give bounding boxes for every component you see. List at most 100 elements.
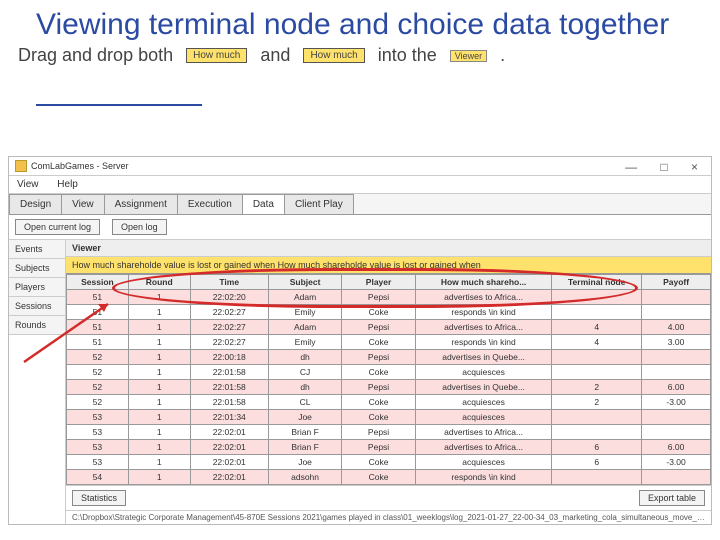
open-current-log-button[interactable]: Open current log	[15, 219, 100, 235]
tab-strip: DesignViewAssignmentExecutionDataClient …	[9, 194, 711, 215]
menu-view[interactable]: View	[17, 179, 39, 190]
cell: acquiesces	[415, 455, 552, 470]
col-header[interactable]: Session	[67, 275, 129, 290]
cell: 1	[128, 365, 190, 380]
cell	[552, 425, 642, 440]
cell: 6.00	[642, 380, 711, 395]
data-table: SessionRoundTimeSubjectPlayerHow much sh…	[66, 274, 711, 485]
col-header[interactable]: Subject	[268, 275, 342, 290]
cell	[642, 470, 711, 485]
sidebar-item-rounds[interactable]: Rounds	[9, 316, 65, 335]
cell: 22:02:20	[190, 290, 268, 305]
viewer-drop-bar[interactable]: How much shareholde value is lost or gai…	[66, 257, 711, 274]
table-row[interactable]: 54122:02:01adsohnCokeresponds \in kind	[67, 470, 711, 485]
cell: 1	[128, 440, 190, 455]
cell	[642, 365, 711, 380]
cell: responds \in kind	[415, 335, 552, 350]
cell: responds \in kind	[415, 305, 552, 320]
cell: 22:02:27	[190, 335, 268, 350]
cell	[552, 470, 642, 485]
tab-view[interactable]: View	[61, 194, 105, 214]
viewer-chip-1: How much shareholde value is lost or gai…	[72, 260, 275, 270]
cell: 1	[128, 335, 190, 350]
file-path: C:\Dropbox\Strategic Corporate Managemen…	[66, 510, 711, 524]
instr-t4: .	[500, 45, 505, 65]
col-header[interactable]: Time	[190, 275, 268, 290]
table-row[interactable]: 51122:02:27EmilyCokeresponds \in kind	[67, 305, 711, 320]
table-row[interactable]: 52122:01:58CJCokeacquiesces	[67, 365, 711, 380]
col-header[interactable]: How much shareho...	[415, 275, 552, 290]
cell: advertises in Quebe...	[415, 380, 552, 395]
cell	[552, 410, 642, 425]
cell: Adam	[268, 290, 342, 305]
statistics-button[interactable]: Statistics	[72, 490, 126, 506]
cell: 51	[67, 320, 129, 335]
table-row[interactable]: 52122:01:58dhPepsiadvertises in Quebe...…	[67, 380, 711, 395]
cell: 1	[128, 305, 190, 320]
table-row[interactable]: 53122:02:01Brian FPepsiadvertises to Afr…	[67, 425, 711, 440]
cell: 51	[67, 305, 129, 320]
tab-client-play[interactable]: Client Play	[284, 194, 354, 214]
tab-execution[interactable]: Execution	[177, 194, 243, 214]
chip-viewer: Viewer	[450, 50, 487, 62]
cell: 51	[67, 290, 129, 305]
sidebar-item-players[interactable]: Players	[9, 278, 65, 297]
cell: 22:01:34	[190, 410, 268, 425]
cell: Pepsi	[342, 440, 416, 455]
table-row[interactable]: 51122:02:27AdamPepsiadvertises to Africa…	[67, 320, 711, 335]
cell: Coke	[342, 335, 416, 350]
cell: 22:01:58	[190, 380, 268, 395]
cell: 22:02:27	[190, 305, 268, 320]
table-row[interactable]: 53122:02:01JoeCokeacquiesces6-3.00	[67, 455, 711, 470]
cell: 22:02:01	[190, 455, 268, 470]
cell: CL	[268, 395, 342, 410]
tab-data[interactable]: Data	[242, 194, 285, 214]
sidebar-item-events[interactable]: Events	[9, 240, 65, 259]
cell: -3.00	[642, 455, 711, 470]
chip-how-much-1: How much	[186, 48, 247, 63]
cell	[642, 305, 711, 320]
app-icon	[15, 160, 27, 172]
cell: 22:02:01	[190, 470, 268, 485]
table-row[interactable]: 53122:02:01Brian FPepsiadvertises to Afr…	[67, 440, 711, 455]
tab-assignment[interactable]: Assignment	[104, 194, 178, 214]
open-log-button[interactable]: Open log	[112, 219, 167, 235]
cell	[552, 350, 642, 365]
main-panel: Viewer How much shareholde value is lost…	[66, 240, 711, 524]
cell: Emily	[268, 335, 342, 350]
cell: 52	[67, 350, 129, 365]
cell	[642, 425, 711, 440]
export-table-button[interactable]: Export table	[639, 490, 705, 506]
cell: Joe	[268, 455, 342, 470]
cell: 1	[128, 350, 190, 365]
window-controls[interactable]: — □ ×	[625, 160, 708, 174]
viewer-header: Viewer	[66, 240, 711, 257]
cell: 1	[128, 470, 190, 485]
table-row[interactable]: 51122:02:20AdamPepsiadvertises to Africa…	[67, 290, 711, 305]
cell: Brian F	[268, 440, 342, 455]
menu-help[interactable]: Help	[57, 179, 78, 190]
cell: 1	[128, 410, 190, 425]
table-row[interactable]: 52122:01:58CLCokeacquiesces2-3.00	[67, 395, 711, 410]
instruction-line: Drag and drop both How much and How much…	[0, 43, 720, 73]
col-header[interactable]: Terminal node	[552, 275, 642, 290]
instr-t2: and	[260, 45, 290, 65]
cell: advertises to Africa...	[415, 440, 552, 455]
col-header[interactable]: Player	[342, 275, 416, 290]
sidebar-item-subjects[interactable]: Subjects	[9, 259, 65, 278]
cell: adsohn	[268, 470, 342, 485]
table-row[interactable]: 51122:02:27EmilyCokeresponds \in kind43.…	[67, 335, 711, 350]
tab-design[interactable]: Design	[9, 194, 62, 214]
cell: 4.00	[642, 320, 711, 335]
table-row[interactable]: 53122:01:34JoeCokeacquiesces	[67, 410, 711, 425]
col-header[interactable]: Round	[128, 275, 190, 290]
col-header[interactable]: Payoff	[642, 275, 711, 290]
cell	[642, 350, 711, 365]
cell: Joe	[268, 410, 342, 425]
cell: Emily	[268, 305, 342, 320]
sidebar-item-sessions[interactable]: Sessions	[9, 297, 65, 316]
cell: Adam	[268, 320, 342, 335]
cell: 22:02:27	[190, 320, 268, 335]
table-row[interactable]: 52122:00:18dhPepsiadvertises in Quebe...	[67, 350, 711, 365]
cell: Coke	[342, 395, 416, 410]
